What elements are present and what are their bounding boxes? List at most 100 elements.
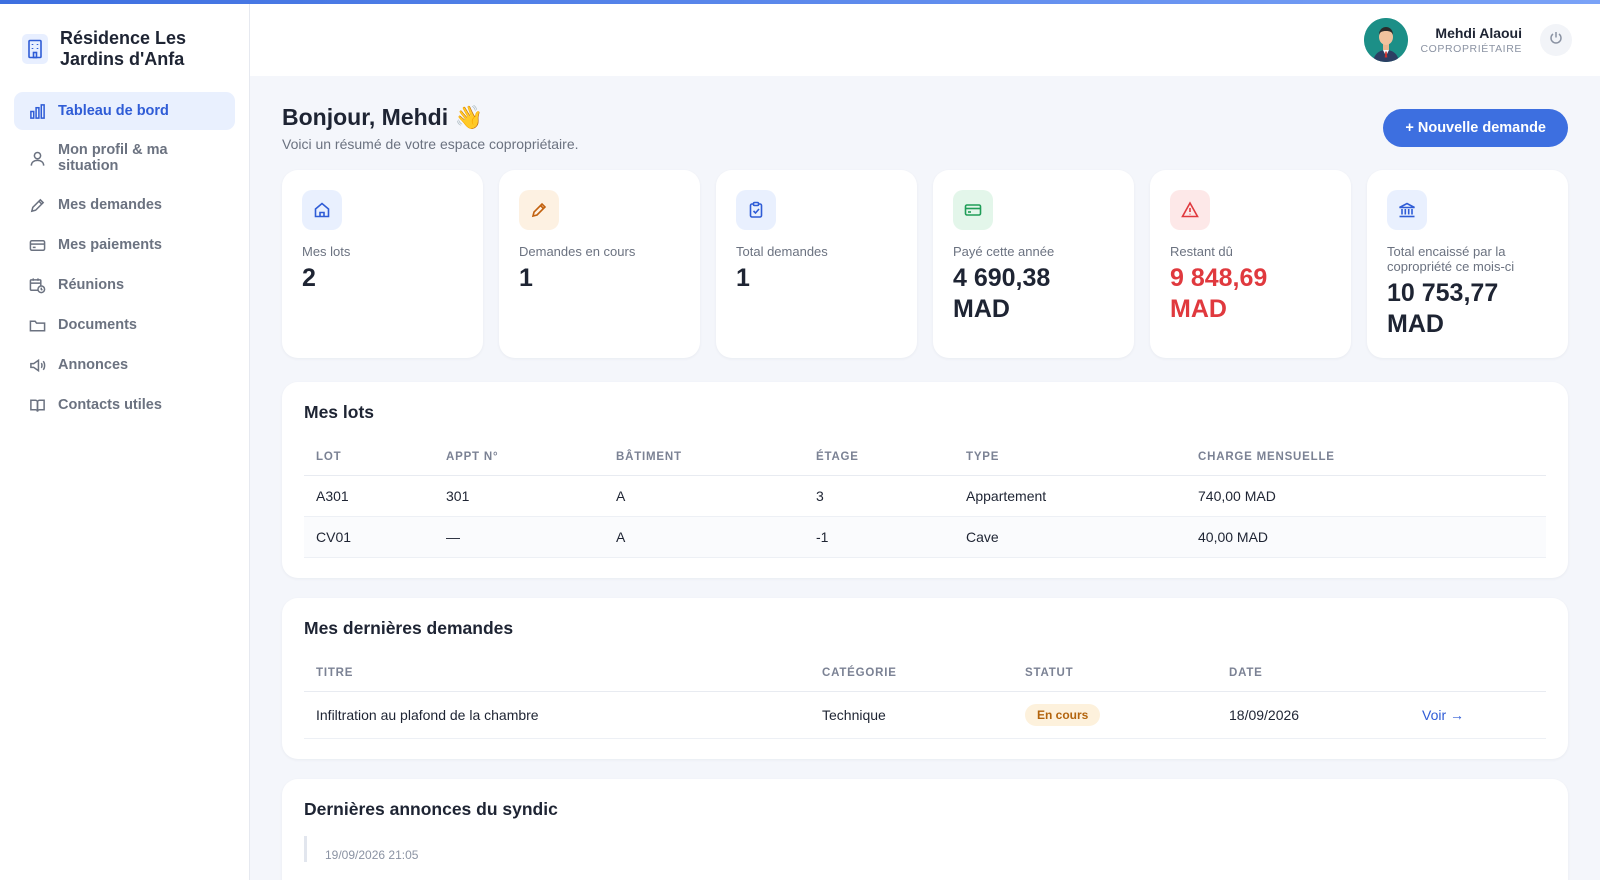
pencil-icon — [519, 190, 559, 230]
stat-label: Payé cette année — [953, 244, 1055, 259]
table-row[interactable]: CV01 — A -1 Cave 40,00 MAD — [304, 516, 1546, 558]
user-role: COPROPRIÉTAIRE — [1420, 43, 1522, 55]
logout-button[interactable] — [1540, 24, 1572, 56]
sidebar-item-label: Annonces — [58, 357, 129, 373]
stat-card-paid-this-year[interactable]: Payé cette année 4 690,38 MAD — [933, 170, 1134, 358]
table-header-row: TITRE CATÉGORIE STATUT DATE — [304, 657, 1546, 692]
pencil-icon — [28, 196, 46, 214]
stat-label: Demandes en cours — [519, 244, 636, 259]
page-title: Bonjour, Mehdi 👋 — [282, 104, 484, 130]
stat-label: Total encaissé par la copropriété ce moi… — [1387, 244, 1515, 274]
new-request-button[interactable]: + Nouvelle demande — [1383, 109, 1568, 147]
sidebar-item-payments[interactable]: Mes paiements — [14, 226, 235, 264]
announcements-card: Dernières annonces du syndic 19/09/2026 … — [282, 779, 1568, 880]
sidebar-item-dashboard[interactable]: Tableau de bord — [14, 92, 235, 130]
table-cell: A301 — [304, 475, 434, 517]
table-cell: A — [604, 516, 804, 558]
stat-label: Mes lots — [302, 244, 351, 259]
stat-value: 10 753,77 MAD — [1387, 279, 1499, 338]
stat-card-open-requests[interactable]: Demandes en cours 1 — [499, 170, 700, 358]
stat-card-total-requests[interactable]: Total demandes 1 — [716, 170, 917, 358]
stat-value: 1 — [736, 264, 750, 292]
stat-label: Restant dû — [1170, 244, 1233, 259]
table-cell: 40,00 MAD — [1186, 516, 1546, 558]
credit-card-icon — [28, 236, 46, 254]
stat-value: 4 690,38 MAD — [953, 264, 1051, 323]
column-header: CHARGE MENSUELLE — [1186, 441, 1546, 476]
status-badge: En cours — [1025, 704, 1101, 726]
announcement-date: 19/09/2026 21:05 — [304, 836, 1546, 862]
stat-value: 1 — [519, 264, 533, 292]
top-accent-bar — [0, 0, 1600, 4]
table-cell: 3 — [804, 475, 954, 517]
bar-chart-icon — [28, 102, 46, 120]
column-header: TYPE — [954, 441, 1186, 476]
sidebar-item-profile[interactable]: Mon profil & ma situation — [14, 132, 235, 184]
column-header: BÂTIMENT — [604, 441, 804, 476]
stats-grid: Mes lots 2 Demandes en cours 1 Total dem… — [282, 170, 1568, 358]
lots-card: Mes lots LOT APPT N° BÂTIMENT ÉTAGE TYPE… — [282, 382, 1568, 578]
column-header: APPT N° — [434, 441, 604, 476]
section-title: Mes lots — [304, 402, 375, 422]
sidebar-item-announcements[interactable]: Annonces — [14, 346, 235, 384]
column-header: STATUT — [1013, 657, 1217, 692]
table-cell: -1 — [804, 516, 954, 558]
table-cell: 740,00 MAD — [1186, 475, 1546, 517]
sidebar: Résidence Les Jardins d'Anfa Tableau de … — [0, 4, 250, 880]
section-title: Dernières annonces du syndic — [304, 799, 558, 819]
sidebar-item-label: Mes demandes — [58, 197, 162, 213]
sidebar-item-documents[interactable]: Documents — [14, 306, 235, 344]
table-cell: 301 — [434, 475, 604, 517]
page-subtitle: Voici un résumé de votre espace copropri… — [282, 136, 579, 152]
table-row[interactable]: Infiltration au plafond de la chambre Te… — [304, 691, 1546, 739]
sidebar-item-contacts[interactable]: Contacts utiles — [14, 386, 235, 424]
greeting-row: Bonjour, Mehdi 👋 Voici un résumé de votr… — [282, 76, 1568, 170]
table-cell: — — [434, 516, 604, 558]
sidebar-item-meetings[interactable]: Réunions — [14, 266, 235, 304]
view-request-link[interactable]: Voir → — [1422, 707, 1464, 723]
sidebar-item-requests[interactable]: Mes demandes — [14, 186, 235, 224]
building-icon — [22, 34, 48, 64]
book-icon — [28, 396, 46, 414]
table-cell: Cave — [954, 516, 1186, 558]
folder-icon — [28, 316, 46, 334]
user-menu[interactable]: Mehdi Alaoui COPROPRIÉTAIRE — [1364, 18, 1572, 62]
stat-card-monthly-collected[interactable]: Total encaissé par la copropriété ce moi… — [1367, 170, 1568, 358]
stat-card-remaining-due[interactable]: Restant dû 9 848,69 MAD — [1150, 170, 1351, 358]
bank-icon — [1387, 190, 1427, 230]
clipboard-check-icon — [736, 190, 776, 230]
stat-card-lots[interactable]: Mes lots 2 — [282, 170, 483, 358]
lots-table: LOT APPT N° BÂTIMENT ÉTAGE TYPE CHARGE M… — [304, 441, 1546, 558]
table-cell: Appartement — [954, 475, 1186, 517]
column-header — [1410, 657, 1546, 692]
megaphone-icon — [28, 356, 46, 374]
avatar[interactable] — [1364, 18, 1409, 62]
stat-label: Total demandes — [736, 244, 828, 259]
table-header-row: LOT APPT N° BÂTIMENT ÉTAGE TYPE CHARGE M… — [304, 441, 1546, 476]
column-header: ÉTAGE — [804, 441, 954, 476]
column-header: LOT — [304, 441, 434, 476]
user-icon — [28, 149, 46, 167]
table-cell: A — [604, 475, 804, 517]
user-info: Mehdi Alaoui COPROPRIÉTAIRE — [1420, 25, 1522, 55]
sidebar-item-label: Tableau de bord — [58, 103, 169, 119]
request-date: 18/09/2026 — [1217, 691, 1410, 739]
table-cell: CV01 — [304, 516, 434, 558]
column-header: TITRE — [304, 657, 810, 692]
power-icon — [1548, 30, 1564, 51]
top-header: Mehdi Alaoui COPROPRIÉTAIRE — [250, 4, 1600, 76]
user-name: Mehdi Alaoui — [1435, 25, 1522, 41]
requests-table: TITRE CATÉGORIE STATUT DATE Infiltration… — [304, 657, 1546, 739]
request-status-cell: En cours — [1013, 691, 1217, 739]
column-header: DATE — [1217, 657, 1410, 692]
table-row[interactable]: A301 301 A 3 Appartement 740,00 MAD — [304, 475, 1546, 517]
sidebar-item-label: Contacts utiles — [58, 397, 162, 413]
sidebar-item-label: Mes paiements — [58, 237, 162, 253]
sidebar-item-label: Réunions — [58, 277, 125, 293]
brand-name: Résidence Les Jardins d'Anfa — [60, 28, 187, 69]
request-category: Technique — [810, 691, 1013, 739]
sidebar-item-label: Documents — [58, 317, 137, 333]
brand[interactable]: Résidence Les Jardins d'Anfa — [0, 4, 249, 92]
request-title: Infiltration au plafond de la chambre — [304, 691, 810, 739]
requests-card: Mes dernières demandes TITRE CATÉGORIE S… — [282, 598, 1568, 759]
